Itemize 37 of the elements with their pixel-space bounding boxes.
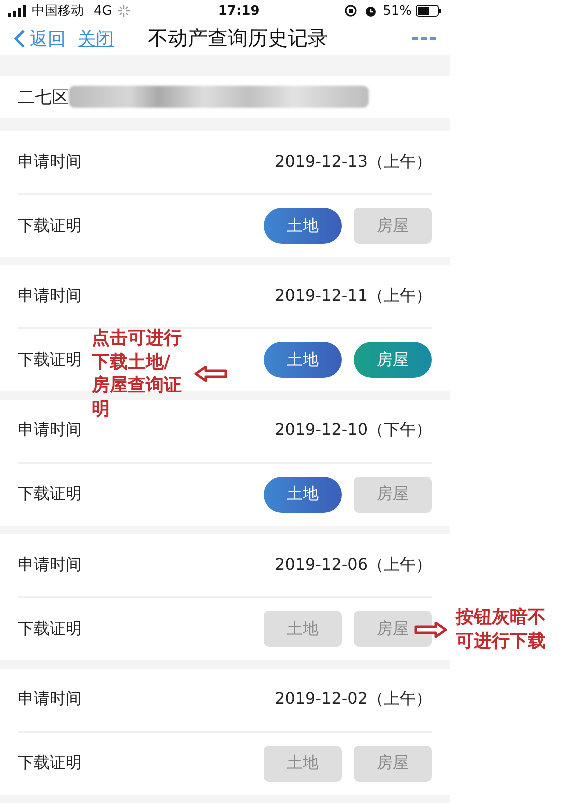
back-link[interactable]: 返回	[14, 26, 66, 51]
download-button[interactable]: 土地	[264, 342, 342, 378]
download-button[interactable]: 土地	[264, 208, 342, 244]
field-label: 下载证明	[18, 618, 82, 640]
field-label: 申请时间	[18, 286, 82, 307]
field-label: 下载证明	[18, 484, 82, 506]
download-button[interactable]: 房屋	[354, 342, 432, 378]
carrier-name: 中国移动	[32, 3, 84, 20]
field-label: 申请时间	[18, 420, 82, 442]
download-button[interactable]: 土地	[264, 476, 342, 513]
application-time: 2019-12-13（上午）	[275, 152, 432, 173]
chevron-left-icon	[14, 30, 26, 48]
annotation-text: 按钮灰暗不可进行下载	[456, 606, 547, 654]
alarm-icon	[365, 5, 378, 18]
annotation-text: 点击可进行下载土地/房屋查询证明	[92, 327, 183, 422]
field-label: 申请时间	[18, 689, 82, 710]
page-title: 不动产查询历史记录	[148, 25, 328, 52]
application-time: 2019-12-11（上午）	[275, 286, 432, 307]
battery-percent: 51%	[383, 4, 412, 19]
application-time: 2019-12-06（上午）	[275, 554, 432, 576]
field-label: 申请时间	[18, 152, 82, 173]
battery-icon	[416, 5, 442, 18]
application-time: 2019-12-10（下午）	[275, 420, 432, 442]
more-icon[interactable]	[412, 36, 436, 42]
application-time: 2019-12-02（上午）	[275, 689, 432, 710]
network-type: 4G	[94, 4, 112, 19]
field-label: 下载证明	[18, 216, 82, 237]
rotation-lock-icon	[345, 5, 358, 18]
arrow-icon	[194, 366, 228, 382]
field-label: 申请时间	[18, 554, 82, 576]
field-label: 下载证明	[18, 350, 82, 371]
address-text: 二七区	[18, 86, 69, 109]
loading-icon	[118, 5, 130, 18]
signal-icon	[8, 5, 28, 18]
field-label: 下载证明	[18, 753, 82, 774]
close-link[interactable]: 关闭	[78, 26, 114, 51]
clock-time: 17:19	[218, 4, 260, 19]
